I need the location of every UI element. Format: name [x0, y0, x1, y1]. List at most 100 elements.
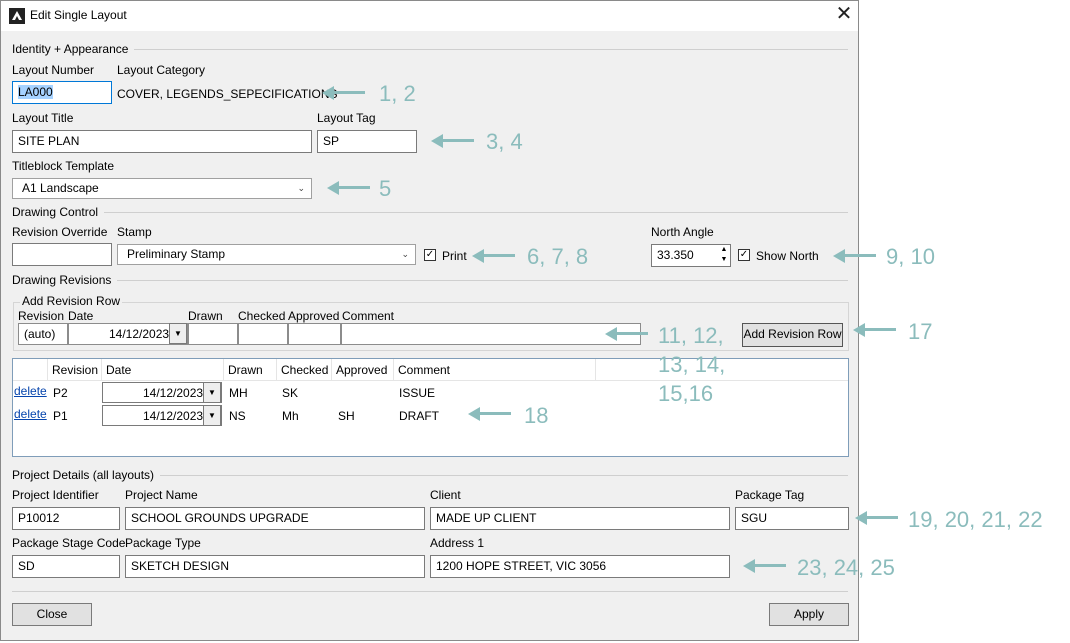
annotation-label-2: 3, 4 — [486, 129, 523, 154]
annotation-label-5: 9, 10 — [886, 244, 935, 269]
row-drawn: NS — [229, 409, 246, 423]
calendar-dropdown-icon[interactable]: ▼ — [169, 323, 187, 344]
row-comment: ISSUE — [399, 386, 436, 400]
stamp-dropdown[interactable]: Preliminary Stamp ⌄ — [117, 244, 416, 265]
new-revision-cell[interactable]: (auto) — [18, 323, 68, 345]
address-label: Address 1 — [430, 536, 485, 550]
north-angle-value: 33.350 — [657, 248, 694, 262]
print-checkbox[interactable]: ✓ — [424, 249, 436, 261]
annotation-label-3: 5 — [379, 176, 392, 201]
new-revision-header: Revision — [18, 309, 65, 323]
footer-divider — [12, 591, 848, 592]
annotation-label-6-line2: 13, 14, — [658, 352, 726, 377]
close-button[interactable]: Close — [12, 603, 92, 626]
chevron-down-icon: ⌄ — [401, 249, 409, 259]
row-revision: P1 — [53, 409, 68, 423]
identity-group: Identity + Appearance — [12, 42, 848, 56]
package-tag-field[interactable]: SGU — [735, 507, 849, 530]
project-group-label: Project Details (all layouts) — [12, 468, 155, 482]
col-header-date: Date — [106, 363, 132, 377]
row-approved: SH — [338, 409, 355, 423]
layout-category-value: COVER, LEGENDS_SEPECIFICATIONS — [117, 87, 338, 101]
titleblock-label: Titleblock Template — [12, 159, 115, 173]
new-checked-cell[interactable] — [238, 323, 288, 345]
row-checked: SK — [282, 386, 299, 400]
identity-group-label: Identity + Appearance — [12, 42, 129, 56]
stamp-value: Preliminary Stamp — [127, 247, 226, 261]
new-approved-cell[interactable] — [288, 323, 341, 345]
row-checked: Mh — [282, 409, 299, 423]
chevron-down-icon: ⌄ — [297, 183, 305, 193]
col-header-checked: Checked — [281, 363, 329, 377]
add-revision-row-button[interactable]: Add Revision Row — [742, 323, 843, 347]
row-date: 14/12/2023 — [143, 409, 204, 423]
apply-button[interactable]: Apply — [769, 603, 849, 626]
app-icon — [9, 8, 25, 24]
annotation-label-6-line3: 15,16 — [658, 381, 714, 406]
new-date-value: 14/12/2023 — [109, 327, 170, 341]
package-stage-field[interactable]: SD — [12, 555, 120, 578]
client-label: Client — [430, 488, 461, 502]
address-field[interactable]: 1200 HOPE STREET, VIC 3056 — [430, 555, 730, 578]
title-bar: Edit Single Layout ✕ — [1, 1, 858, 31]
project-group: Project Details (all layouts) — [12, 468, 848, 482]
calendar-dropdown-icon[interactable]: ▼ — [203, 405, 221, 426]
new-date-header: Date — [68, 309, 94, 323]
delete-link[interactable]: delete — [14, 384, 47, 398]
client-field[interactable]: MADE UP CLIENT — [430, 507, 730, 530]
annotation-label-8: 18 — [524, 403, 549, 428]
delete-link[interactable]: delete — [14, 407, 47, 421]
layout-title-field[interactable]: SITE PLAN — [12, 130, 312, 153]
drawing-control-group: Drawing Control — [12, 205, 848, 219]
layout-number-field[interactable]: LA000 — [12, 81, 112, 104]
col-header-drawn: Drawn — [228, 363, 263, 377]
new-drawn-header: Drawn — [188, 309, 223, 323]
table-row: delete P1 14/12/2023 ▼ NS Mh SH DRAFT — [13, 404, 848, 427]
row-date-picker[interactable]: 14/12/2023 ▼ — [102, 382, 222, 403]
package-stage-label: Package Stage Code — [12, 536, 126, 550]
package-type-field[interactable]: SKETCH DESIGN — [125, 555, 425, 578]
package-tag-label: Package Tag — [735, 488, 805, 502]
titleblock-value: A1 Landscape — [22, 181, 99, 195]
package-type-label: Package Type — [125, 536, 201, 550]
new-approved-header: Approved — [288, 309, 340, 323]
new-comment-header: Comment — [342, 309, 395, 323]
new-checked-header: Checked — [238, 309, 286, 323]
project-name-label: Project Name — [125, 488, 198, 502]
col-header-comment: Comment — [398, 363, 451, 377]
close-icon[interactable]: ✕ — [832, 3, 856, 27]
layout-tag-label: Layout Tag — [317, 111, 376, 125]
annotation-label-1: 1, 2 — [379, 81, 416, 106]
annotation-label-7: 17 — [908, 319, 933, 344]
add-revision-group-label: Add Revision Row — [20, 294, 123, 308]
new-drawn-cell[interactable] — [188, 323, 238, 345]
layout-number-value: LA000 — [18, 85, 53, 99]
calendar-dropdown-icon[interactable]: ▼ — [203, 382, 221, 403]
north-angle-spinner[interactable]: ▲ ▼ — [718, 245, 730, 266]
revision-override-field[interactable] — [12, 243, 112, 266]
row-revision: P2 — [53, 386, 68, 400]
stamp-label: Stamp — [117, 225, 152, 239]
annotation-label-6-line1: 11, 12, — [658, 323, 724, 348]
annotation-label-10: 23, 24, 25 — [797, 555, 895, 580]
row-date: 14/12/2023 — [143, 386, 204, 400]
col-header-approved: Approved — [336, 363, 388, 377]
north-angle-label: North Angle — [651, 225, 714, 239]
new-date-picker[interactable]: 14/12/2023 ▼ — [68, 323, 188, 345]
revision-override-label: Revision Override — [12, 225, 108, 239]
col-header-revision: Revision — [52, 363, 99, 377]
project-identifier-field[interactable]: P10012 — [12, 507, 120, 530]
window-title: Edit Single Layout — [30, 8, 127, 22]
layout-title-label: Layout Title — [12, 111, 74, 125]
project-name-field[interactable]: SCHOOL GROUNDS UPGRADE — [125, 507, 425, 530]
show-north-checkbox[interactable]: ✓ — [738, 249, 750, 261]
row-date-picker[interactable]: 14/12/2023 ▼ — [102, 405, 222, 426]
layout-tag-field[interactable]: SP — [317, 130, 417, 153]
layout-number-label: Layout Number — [12, 63, 95, 77]
print-label: Print — [442, 249, 467, 263]
table-row: delete P2 14/12/2023 ▼ MH SK ISSUE — [13, 381, 848, 404]
drawing-revisions-group-label: Drawing Revisions — [12, 273, 112, 287]
project-identifier-label: Project Identifier — [12, 488, 99, 502]
new-comment-cell[interactable] — [341, 323, 641, 345]
titleblock-dropdown[interactable]: A1 Landscape ⌄ — [12, 178, 312, 199]
